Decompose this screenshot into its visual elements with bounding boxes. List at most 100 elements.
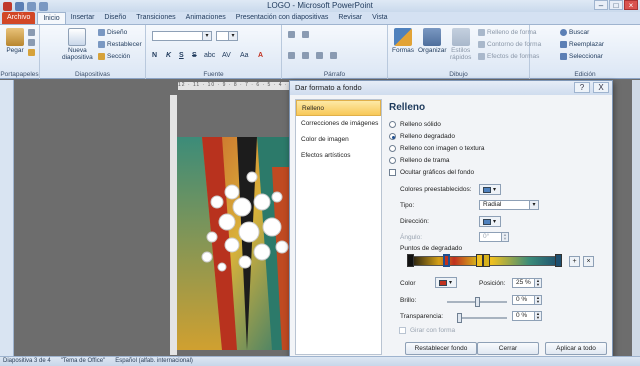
shape-fill-button[interactable]: Relleno de forma	[478, 29, 537, 36]
position-spinner[interactable]: 25 % ▲ ▼	[512, 278, 542, 288]
chevron-down-icon: ▾	[202, 32, 211, 40]
tab-transiciones[interactable]: Transiciones	[131, 12, 180, 24]
shapes-button[interactable]: Formas	[392, 28, 414, 54]
nav-item-relleno[interactable]: Relleno	[296, 100, 381, 116]
quick-styles-button[interactable]: Estilos rápidos	[450, 28, 471, 61]
find-button[interactable]: Buscar	[560, 29, 589, 36]
preset-colors-button[interactable]: ▾	[479, 184, 501, 195]
radio-gradient-fill[interactable]: Relleno degradado	[389, 133, 455, 140]
slides-pane[interactable]	[0, 80, 14, 356]
font-size-combo[interactable]: ▾	[216, 31, 238, 41]
reset-button[interactable]: Restablecer	[98, 41, 142, 48]
align-left-button[interactable]	[288, 52, 295, 59]
transparency-spinner[interactable]: 0 % ▲ ▼	[512, 311, 542, 321]
minimize-button[interactable]: –	[594, 0, 608, 10]
radio-pattern-fill[interactable]: Relleno de trama	[389, 157, 450, 164]
gradient-stops-label: Puntos de degradado	[400, 245, 463, 252]
tab-vista[interactable]: Vista	[367, 12, 392, 24]
gradient-stop[interactable]	[555, 254, 562, 267]
apply-to-all-button[interactable]: Aplicar a todo	[545, 342, 607, 355]
tab-insertar[interactable]: Insertar	[66, 12, 100, 24]
tab-animaciones[interactable]: Animaciones	[181, 12, 231, 24]
nav-item-color-imagen[interactable]: Color de imagen	[296, 132, 381, 148]
align-right-button[interactable]	[316, 52, 323, 59]
maximize-button[interactable]: □	[609, 0, 623, 10]
cursor-icon	[560, 53, 567, 60]
group-edicion: Buscar Reemplazar Seleccionar Edición	[530, 25, 640, 79]
direction-button[interactable]: ▾	[479, 216, 501, 227]
layout-button[interactable]: Diseño	[98, 29, 127, 36]
brightness-spinner[interactable]: 0 % ▲ ▼	[512, 295, 542, 305]
font-name-combo[interactable]: ▾	[152, 31, 212, 41]
gradient-stop[interactable]	[407, 254, 414, 267]
slide-counter: Diapositiva 3 de 4	[3, 358, 51, 364]
transparency-slider[interactable]	[457, 313, 507, 323]
change-case-button[interactable]: Aa	[240, 52, 249, 59]
cut-button[interactable]	[28, 29, 35, 36]
copy-button[interactable]	[28, 39, 35, 46]
gradient-stop[interactable]	[476, 254, 483, 267]
gradient-stop-selected[interactable]	[443, 254, 450, 267]
add-stop-button[interactable]: +	[569, 256, 580, 267]
type-combo[interactable]: Radial ▾	[479, 200, 539, 210]
brightness-slider[interactable]	[447, 297, 507, 307]
radio-dot	[389, 133, 396, 140]
dialog-close-button[interactable]: X	[593, 82, 609, 93]
remove-stop-button[interactable]: ×	[583, 256, 594, 267]
select-button[interactable]: Seleccionar	[560, 53, 603, 60]
tab-inicio[interactable]: Inicio	[37, 12, 66, 24]
align-right-icon	[316, 52, 323, 59]
italic-button[interactable]: K	[166, 52, 171, 59]
tab-presentacion[interactable]: Presentación con diapositivas	[231, 12, 334, 24]
justify-button[interactable]	[330, 52, 337, 59]
angle-spinner[interactable]: 0° ▲ ▼	[479, 232, 509, 242]
char-spacing-button[interactable]: AV	[222, 52, 231, 59]
brush-icon	[28, 49, 35, 56]
status-bar: Diapositiva 3 de 4 "Tema de Office" Espa…	[0, 356, 640, 366]
font-color-button[interactable]: A	[258, 52, 263, 59]
bold-button[interactable]: N	[152, 52, 157, 59]
radio-picture-fill[interactable]: Relleno con imagen o textura	[389, 145, 485, 152]
close-window-button[interactable]: ×	[624, 0, 638, 10]
paste-button[interactable]: Pegar	[6, 28, 24, 54]
help-button[interactable]: ?	[574, 82, 590, 93]
language-indicator[interactable]: Español (alfab. internacional)	[115, 357, 193, 366]
bullets-button[interactable]	[288, 31, 295, 38]
format-painter-button[interactable]	[28, 49, 35, 56]
radio-solid-fill[interactable]: Relleno sólido	[389, 121, 441, 128]
chevron-down-icon: ▾	[529, 201, 538, 209]
brightness-label: Brillo:	[400, 297, 417, 304]
arrange-button[interactable]: Organizar	[418, 28, 447, 54]
nav-item-efectos[interactable]: Efectos artísticos	[296, 148, 381, 164]
strikethrough-button[interactable]: S	[192, 52, 197, 59]
align-center-button[interactable]	[302, 52, 309, 59]
spinner-arrows-icon: ▲ ▼	[534, 312, 541, 320]
tab-diseno[interactable]: Diseño	[99, 12, 131, 24]
stop-color-button[interactable]: ▾	[435, 277, 457, 288]
reset-background-button[interactable]: Restablecer fondo	[405, 342, 477, 355]
numbering-button[interactable]	[302, 31, 309, 38]
shadow-button[interactable]: abc	[204, 52, 215, 59]
group-fuente: ▾ ▾ N K S S abc AV Aa A Fuente	[146, 25, 282, 79]
new-slide-button[interactable]: Nueva diapositiva	[62, 28, 93, 61]
slide-canvas[interactable]	[177, 137, 296, 350]
gradient-stop[interactable]	[483, 254, 490, 267]
slider-thumb[interactable]	[475, 297, 480, 307]
slider-thumb[interactable]	[457, 313, 462, 323]
nav-item-correcciones[interactable]: Correcciones de imágenes	[296, 116, 381, 132]
underline-button[interactable]: S	[179, 52, 184, 59]
tab-archivo[interactable]: Archivo	[2, 12, 36, 24]
close-button[interactable]: Cerrar	[477, 342, 539, 355]
group-label: Párrafo	[323, 71, 346, 78]
rotate-with-shape-checkbox[interactable]: Girar con forma	[399, 327, 455, 334]
color-label: Color	[400, 280, 416, 287]
hide-graphics-checkbox[interactable]: Ocultar gráficos del fondo	[389, 169, 474, 176]
chevron-down-icon: ▾	[228, 32, 237, 40]
replace-button[interactable]: Reemplazar	[560, 41, 604, 48]
group-label: Diapositivas	[74, 71, 111, 78]
section-button[interactable]: Sección	[98, 53, 130, 60]
tab-revisar[interactable]: Revisar	[333, 12, 367, 24]
vertical-scrollbar[interactable]	[632, 80, 640, 356]
bullets-icon	[288, 31, 295, 38]
angle-label: Ángulo:	[400, 234, 423, 241]
